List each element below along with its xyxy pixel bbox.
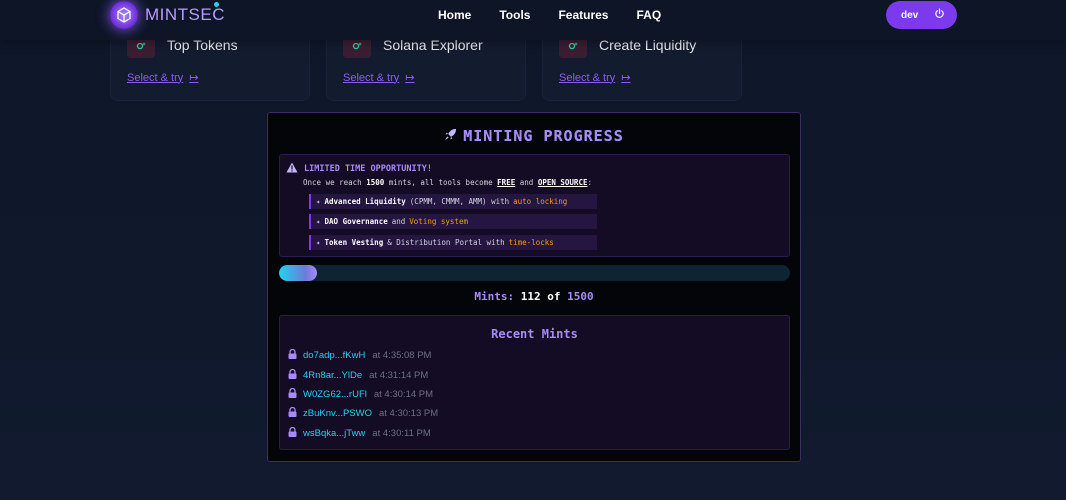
feature-name: Token Vesting xyxy=(324,238,384,247)
recent-mints-box: Recent Mints do7adp...fKwH at 4:35:08 PM… xyxy=(279,315,790,450)
line-mid: mints, all tools become xyxy=(388,178,493,187)
mint-count-label: Mints: xyxy=(474,290,515,303)
select-try-link[interactable]: Select & try ↦ xyxy=(127,71,199,85)
line-prefix: Once we reach xyxy=(303,178,362,187)
list-item: do7adp...fKwH at 4:35:08 PM xyxy=(288,348,432,362)
list-item: zBuKnv...PSWO at 4:30:13 PM xyxy=(288,406,439,420)
lock-icon xyxy=(288,368,297,382)
panel-title: MINTING PROGRESS xyxy=(268,127,800,145)
nav-features[interactable]: Features xyxy=(558,8,608,22)
mint-address-link[interactable]: do7adp...fKwH xyxy=(303,350,365,361)
warning-icon xyxy=(286,162,298,176)
opportunity-heading: LIMITED TIME OPPORTUNITY! xyxy=(286,162,432,176)
feature-item: ✦ DAO Governance and Voting system xyxy=(309,214,597,229)
select-try-label: Select & try xyxy=(127,71,184,84)
mint-time: at 4:31:14 PM xyxy=(369,370,429,381)
power-icon xyxy=(934,8,945,22)
feature-name: DAO Governance xyxy=(324,217,388,226)
and-label: and xyxy=(519,178,534,187)
brand-name: MINTSEC xyxy=(145,5,225,24)
opportunity-line: Once we reach 1500 mints, all tools beco… xyxy=(303,178,592,187)
opportunity-box: LIMITED TIME OPPORTUNITY! Once we reach … xyxy=(279,154,790,257)
arrow-right-icon: ↦ xyxy=(621,72,631,84)
select-try-label: Select & try xyxy=(559,71,616,84)
mint-time: at 4:30:11 PM xyxy=(372,428,431,439)
mint-address-link[interactable]: 4Rn8ar...YlDe xyxy=(303,370,362,381)
mint-count-current: 112 xyxy=(520,290,541,303)
mint-address-link[interactable]: W0ZG62...rUFl xyxy=(303,389,367,400)
feature-text: (CPMM, CMMM, AMM) with xyxy=(409,197,510,206)
mint-address-link[interactable]: wsBqka...jTww xyxy=(303,428,365,439)
mint-progress-bar xyxy=(279,265,790,281)
feature-item: ✦ Token Vesting & Distribution Portal wi… xyxy=(309,235,597,250)
arrow-right-icon: ↦ xyxy=(189,72,199,84)
brand-logo[interactable]: MINTSEC xyxy=(110,0,225,30)
select-try-link[interactable]: Select & try ↦ xyxy=(559,71,631,85)
mint-count-total: 1500 xyxy=(567,290,594,303)
mint-count: Mints: 112 of 1500 xyxy=(268,290,800,303)
lock-icon xyxy=(288,348,297,362)
user-menu-button[interactable]: dev xyxy=(886,1,957,29)
main-nav: Home Tools Features FAQ xyxy=(438,0,689,30)
list-item: 4Rn8ar...YlDe at 4:31:14 PM xyxy=(288,368,429,382)
mint-progress-fill xyxy=(279,265,318,281)
lock-icon xyxy=(288,406,297,420)
select-try-link[interactable]: Select & try ↦ xyxy=(343,71,415,85)
star-icon: ✦ xyxy=(316,197,321,206)
threshold: 1500 xyxy=(366,178,385,187)
free-label: FREE xyxy=(497,178,516,187)
list-item: wsBqka...jTww at 4:30:11 PM xyxy=(288,426,431,440)
mint-count-of: of xyxy=(547,290,561,303)
feature-item: ✦ Advanced Liquidity (CPMM, CMMM, AMM) w… xyxy=(309,194,597,209)
mint-time: at 4:30:13 PM xyxy=(378,408,439,419)
open-source-label: OPEN SOURCE xyxy=(537,178,588,187)
status-dot xyxy=(214,2,219,7)
select-try-label: Select & try xyxy=(343,71,400,84)
nav-home[interactable]: Home xyxy=(438,8,471,22)
star-icon: ✦ xyxy=(316,217,321,226)
nav-faq[interactable]: FAQ xyxy=(636,8,661,22)
panel-title-text: MINTING PROGRESS xyxy=(463,127,624,145)
nav-tools[interactable]: Tools xyxy=(499,8,530,22)
lock-icon xyxy=(288,387,297,401)
top-navbar: MINTSEC Home Tools Features FAQ dev xyxy=(0,0,1066,40)
cube-icon xyxy=(110,1,138,29)
user-label: dev xyxy=(901,9,919,21)
rocket-icon xyxy=(444,127,457,145)
mint-time: at 4:30:14 PM xyxy=(373,389,434,400)
colon: : xyxy=(587,178,592,187)
opportunity-heading-text: LIMITED TIME OPPORTUNITY! xyxy=(304,164,432,174)
feature-name: Advanced Liquidity xyxy=(324,197,406,206)
feature-highlight: Voting system xyxy=(409,217,468,226)
mint-address-link[interactable]: zBuKnv...PSWO xyxy=(303,408,372,419)
feature-text: & Distribution Portal with xyxy=(387,238,505,247)
feature-highlight: time-locks xyxy=(508,238,554,247)
recent-mints-title: Recent Mints xyxy=(491,327,578,341)
mint-time: at 4:35:08 PM xyxy=(372,350,432,361)
minting-progress-panel: MINTING PROGRESS LIMITED TIME OPPORTUNIT… xyxy=(267,112,801,462)
arrow-right-icon: ↦ xyxy=(405,72,415,84)
star-icon: ✦ xyxy=(316,238,321,247)
lock-icon xyxy=(288,426,297,440)
feature-text: and xyxy=(391,217,406,226)
list-item: W0ZG62...rUFl at 4:30:14 PM xyxy=(288,387,434,401)
feature-highlight: auto locking xyxy=(513,197,568,206)
